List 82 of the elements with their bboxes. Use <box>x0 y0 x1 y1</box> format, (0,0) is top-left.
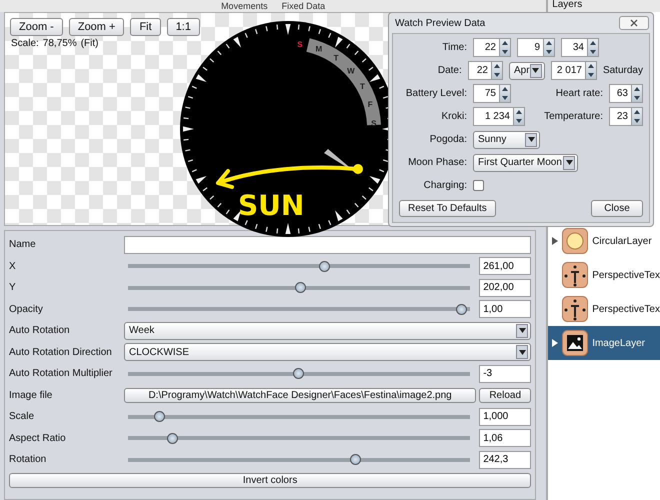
property-label: Auto Rotation <box>9 325 71 336</box>
property-label: X <box>9 260 17 272</box>
property-label: Rotation <box>9 454 48 466</box>
slider-thumb[interactable] <box>154 411 166 422</box>
temperature-spinner[interactable]: 23 <box>609 107 643 126</box>
value-field[interactable]: 242,3 <box>479 450 532 469</box>
slider-thumb[interactable] <box>456 304 467 315</box>
scale-value: 78,75% <box>42 38 77 49</box>
field-label: Kroki: <box>440 111 467 122</box>
weekday-letter: T <box>360 82 365 91</box>
property-label: Auto Rotation Multiplier <box>9 368 114 380</box>
weekday-letter: T <box>334 54 339 63</box>
weekday-letter: S <box>297 40 303 49</box>
weekday-letter: W <box>347 66 355 76</box>
zoom-button[interactable]: Zoom - <box>10 18 63 36</box>
scale-label: Scale: <box>11 38 39 49</box>
file-path-button[interactable]: D:\Programy\Watch\WatchFace Designer\Faces\Festina\image2.png <box>124 388 476 403</box>
property-label: Image file <box>9 390 54 401</box>
weather-dropdown[interactable]: Sunny <box>473 130 540 148</box>
layers-title: Layers <box>548 0 660 12</box>
value-field[interactable]: -3 <box>479 364 532 383</box>
year-spinner[interactable]: 2 017 <box>550 61 597 80</box>
weekday-letter: M <box>315 44 322 54</box>
value-field[interactable]: 1,00 <box>479 300 532 318</box>
close-icon[interactable] <box>619 16 649 30</box>
weekday-letter: F <box>368 100 373 109</box>
field-label: Charging: <box>422 180 467 191</box>
letter-t-layer-icon <box>562 296 588 322</box>
reset-button[interactable]: Reset To Defaults <box>399 200 496 217</box>
property-label: Auto Rotation Direction <box>9 346 113 358</box>
field-label: Moon Phase: <box>407 157 467 168</box>
steps-spinner[interactable]: 1 234 <box>473 107 525 126</box>
field-label: Date: <box>436 65 462 76</box>
field-label: Heart rate: <box>556 88 603 99</box>
zoom-button[interactable]: 1:1 <box>166 18 200 36</box>
value-field[interactable]: 202,00 <box>479 278 532 297</box>
slider-thumb[interactable] <box>319 260 330 272</box>
charging-checkbox[interactable] <box>473 180 484 191</box>
property-label: Opacity <box>9 304 44 315</box>
property-label: Scale <box>9 411 36 422</box>
zoom-button[interactable]: Zoom + <box>68 18 124 36</box>
weekday-text: Saturday <box>602 65 643 76</box>
value-field[interactable]: 1,06 <box>479 429 532 448</box>
moon-phase-dropdown[interactable]: First Quarter Moon <box>473 154 578 172</box>
expand-icon[interactable] <box>552 339 558 347</box>
time-spinner[interactable]: 34 <box>561 38 599 57</box>
dialog-title: Watch Preview Data <box>395 18 486 28</box>
slider-thumb[interactable] <box>292 368 304 380</box>
layer-item[interactable]: ImageLayer <box>548 326 660 360</box>
slider-thumb[interactable] <box>166 432 178 444</box>
dropdown[interactable]: Week <box>124 322 532 340</box>
time-spinner[interactable]: 22 <box>473 38 511 57</box>
day-spinner[interactable]: 22 <box>468 61 503 80</box>
field-label: Time: <box>441 42 467 53</box>
scale-mode: (Fit) <box>80 38 98 49</box>
property-label: Name <box>9 239 37 250</box>
time-spinner[interactable]: 9 <box>517 38 555 57</box>
value-field[interactable]: 261,00 <box>479 257 532 276</box>
panel-tab[interactable]: Movements <box>221 0 268 12</box>
letter-t-layer-icon <box>562 262 588 288</box>
close-button[interactable]: Close <box>591 200 643 217</box>
annotation-text: SUN <box>238 189 304 222</box>
month-dropdown[interactable]: Apr <box>508 62 545 80</box>
property-label: Aspect Ratio <box>9 432 67 444</box>
value-field[interactable]: 1,000 <box>479 408 532 426</box>
field-label: Temperature: <box>544 111 603 122</box>
dropdown[interactable]: CLOCKWISE <box>124 343 532 362</box>
zoom-button[interactable]: Fit <box>130 18 161 36</box>
slider-thumb[interactable] <box>295 282 306 294</box>
battery-spinner[interactable]: 75 <box>473 84 511 103</box>
circle-layer-icon <box>562 228 588 254</box>
invert-colors-button[interactable]: Invert colors <box>9 472 532 488</box>
image-layer-icon <box>562 330 588 356</box>
field-label: Pogoda: <box>428 134 467 145</box>
panel-tab[interactable]: Fixed Data <box>282 0 326 12</box>
reload-button[interactable]: Reload <box>479 388 532 403</box>
slider-thumb[interactable] <box>350 454 361 466</box>
field-label: Battery Level: <box>404 88 467 99</box>
property-label: Y <box>9 282 17 294</box>
name-field[interactable] <box>124 236 532 254</box>
expand-icon[interactable] <box>552 237 558 245</box>
heart-rate-spinner[interactable]: 63 <box>609 84 643 103</box>
